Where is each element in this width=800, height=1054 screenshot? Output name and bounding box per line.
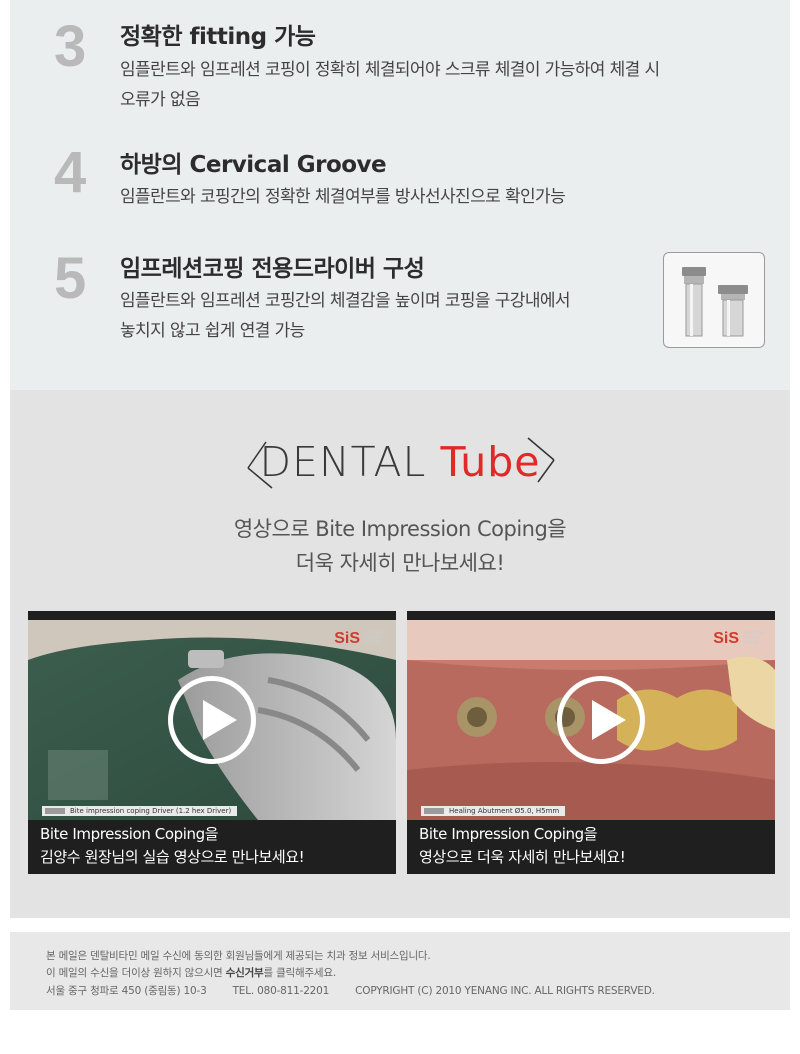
footer-unsubscribe-line: 이 메일의 수신을 더이상 원하지 않으시면 수신거부를 클릭해주세요.: [46, 965, 336, 980]
feature-desc-line: 임플란트와 코핑간의 정확한 체결여부를 방사선사진으로 확인가능: [120, 187, 566, 207]
caption-line: 김양수 원장님의 실습 영상으로 만나보세요!: [40, 848, 305, 866]
email-page: 3 정확한 fitting 가능 임플란트와 임프레션 코핑이 정확히 체결되어…: [0, 0, 800, 1054]
subtitle-line: 영상으로 Bite Impression Coping을: [233, 517, 567, 541]
sis-brand-logo: SiS: [334, 630, 360, 647]
footer-copyright: COPYRIGHT (C) 2010 YENANG INC. ALL RIGHT…: [355, 985, 655, 997]
footer-tel: TEL. 080-811-2201: [232, 985, 330, 997]
subtitle-line: 더욱 자세히 만나보세요!: [295, 551, 505, 575]
feature-number: 3: [54, 14, 87, 79]
dental-tube-logo: DENTAL Tube: [10, 430, 790, 500]
tube-subtitle: 영상으로 Bite Impression Coping을 더욱 자세히 만나보세…: [10, 512, 790, 580]
unsubscribe-text: 이 메일의 수신을 더이상 원하지 않으시면: [46, 967, 226, 979]
caption-line: Bite Impression Coping을: [419, 825, 598, 843]
play-button-icon[interactable]: [557, 676, 645, 764]
video-caption[interactable]: Bite Impression Coping을 김양수 원장님의 실습 영상으로…: [40, 823, 305, 869]
video-card-1[interactable]: SiS SHINHUNG IMPLANT SYSTEM Bite impress…: [28, 611, 396, 874]
unsubscribe-link[interactable]: 수신거부: [226, 967, 264, 979]
feature-number: 4: [54, 140, 87, 205]
footer-address: 서울 중구 청파로 450 (중림동) 10-3: [46, 985, 207, 997]
feature-desc-line: 오류가 없음: [120, 90, 201, 110]
video-thumbnail[interactable]: SiS SHINHUNG IMPLANT SYSTEM Bite impress…: [28, 620, 396, 820]
feature-title: 정확한 fitting 가능: [120, 24, 316, 50]
logo-word-tube: Tube: [440, 438, 541, 486]
video-tag: Healing Abutment Ø5.0, H5mm: [421, 806, 566, 816]
feature-desc-line: 놓치지 않고 쉽게 연결 가능: [120, 321, 305, 341]
coping-driver-image: [663, 252, 765, 348]
caption-line: 영상으로 더욱 자세히 만나보세요!: [419, 848, 626, 866]
feature-desc-line: 임플란트와 임프레션 코핑간의 체결감을 높이며 코핑을 구강내에서: [120, 291, 571, 311]
feature-number: 5: [54, 246, 87, 311]
footer-company-info: 서울 중구 청파로 450 (중림동) 10-3 TEL. 080-811-220…: [46, 983, 655, 998]
email-footer: 본 메일은 덴탈비타민 메일 수신에 동의한 회원님들에게 제공되는 치과 정보…: [10, 932, 790, 1010]
unsubscribe-text-end: 를 클릭해주세요.: [263, 967, 337, 979]
sis-brand-sub: SHINHUNG IMPLANT SYSTEM: [364, 630, 386, 645]
caption-line: Bite Impression Coping을: [40, 825, 219, 843]
feature-title: 임프레션코핑 전용드라이버 구성: [120, 256, 425, 282]
video-tag: Bite impression coping Driver (1.2 hex D…: [42, 806, 238, 816]
footer-notice: 본 메일은 덴탈비타민 메일 수신에 동의한 회원님들에게 제공되는 치과 정보…: [46, 950, 431, 962]
play-button-icon[interactable]: [168, 676, 256, 764]
video-thumbnail[interactable]: SiS SHINHUNG IMPLANT SYSTEM Healing Abut…: [407, 620, 775, 820]
sis-brand-sub: SHINHUNG IMPLANT SYSTEM: [743, 630, 765, 645]
dental-tube-section: DENTAL Tube 영상으로 Bite Impression Coping을…: [10, 390, 790, 918]
logo-word-dental: DENTAL: [259, 438, 427, 486]
feature-desc-line: 임플란트와 임프레션 코핑이 정확히 체결되어야 스크류 체결이 가능하여 체결…: [120, 60, 660, 80]
video-card-2[interactable]: SiS SHINHUNG IMPLANT SYSTEM Healing Abut…: [407, 611, 775, 874]
video-caption[interactable]: Bite Impression Coping을 영상으로 더욱 자세히 만나보세…: [419, 823, 626, 869]
feature-title: 하방의 Cervical Groove: [120, 152, 387, 178]
features-section: 3 정확한 fitting 가능 임플란트와 임프레션 코핑이 정확히 체결되어…: [10, 0, 790, 390]
sis-brand-logo: SiS: [713, 630, 739, 647]
coping-driver-icon: [682, 267, 748, 337]
